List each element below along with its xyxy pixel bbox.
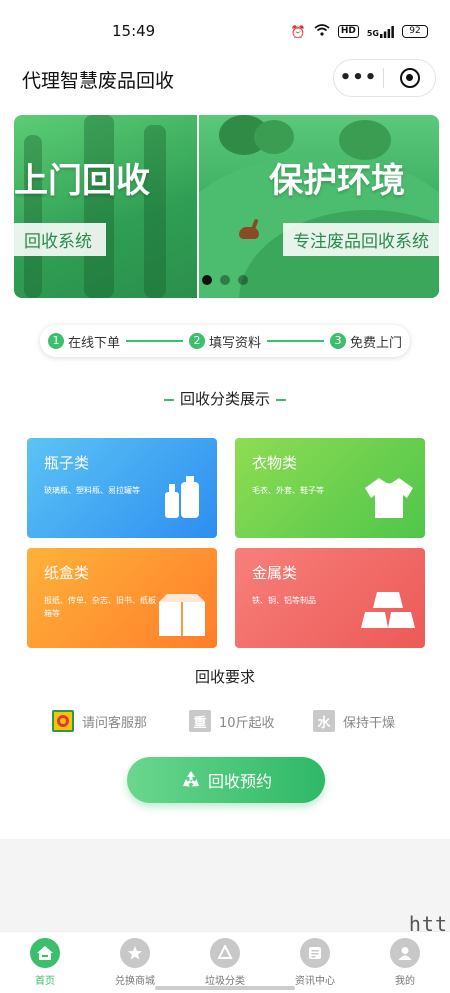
requirements-heading: 回收要求	[194, 668, 255, 686]
heading-dash	[276, 398, 286, 401]
step-3: 3 免费上门	[330, 332, 402, 351]
banner-slide-1[interactable]: 上门回收 回收系统	[14, 115, 197, 298]
carousel-indicator	[202, 275, 248, 285]
rabbit-illustration	[239, 227, 259, 239]
wifi-icon	[314, 24, 330, 39]
requirement-item: 水 保持干燥	[313, 708, 395, 734]
user-icon	[390, 938, 420, 968]
carousel-dot-3[interactable]	[238, 275, 248, 285]
status-time: 15:49	[112, 22, 156, 40]
recycle-icon	[210, 938, 240, 968]
step-label: 在线下单	[68, 335, 121, 351]
carousel-dot-2[interactable]	[220, 275, 230, 285]
requirement-item: 请问客服那	[52, 708, 147, 734]
tab-garbage-sort[interactable]: 垃圾分类	[180, 932, 270, 993]
recycle-icon	[182, 771, 199, 787]
box-icon	[159, 594, 205, 636]
mini-program-capsule: •••	[333, 59, 436, 97]
step-connector	[126, 340, 183, 342]
weight-icon: 重	[189, 710, 211, 732]
tab-home[interactable]: 首页	[0, 932, 90, 993]
banner-slide-2-title: 保护环境	[269, 161, 405, 201]
banner-carousel[interactable]: 上门回收 回收系统 保护环境 专注废品回收系统	[14, 115, 439, 298]
category-title: 金属类	[252, 564, 298, 582]
process-steps: 1 在线下单 2 填写资料 3 免费上门	[40, 325, 410, 357]
hd-badge: HD	[337, 25, 359, 38]
step-number: 2	[189, 333, 205, 349]
banner-slide-1-subtitle: 回收系统	[14, 223, 106, 256]
tab-label: 我的	[395, 976, 415, 987]
category-desc: 玻璃瓶、塑料瓶、易拉罐等	[44, 486, 140, 495]
bottom-tabbar: 首页 兑换商城 垃圾分类 资讯中心 我的	[0, 931, 450, 993]
step-number: 1	[48, 333, 64, 349]
banner-slide-1-title: 上门回收	[14, 161, 150, 201]
page-title: 代理智慧废品回收	[22, 70, 175, 92]
tab-news-center[interactable]: 资讯中心	[270, 932, 360, 993]
home-indicator	[155, 986, 295, 990]
battery-icon: 92	[402, 25, 428, 38]
service-logo-icon	[52, 710, 74, 732]
tab-exchange-mall[interactable]: 兑换商城	[90, 932, 180, 993]
category-title: 衣物类	[252, 454, 298, 472]
status-icons: ⏰ HD 5G 92	[291, 24, 428, 39]
recycle-booking-label: 回收预约	[207, 772, 272, 791]
heading-dash	[163, 398, 174, 401]
target-circle-icon	[399, 68, 420, 88]
nav-bar: 代理智慧废品回收 •••	[0, 56, 450, 104]
tree-decoration	[254, 120, 294, 154]
tree-decoration	[144, 125, 166, 298]
step-label: 免费上门	[350, 335, 403, 351]
close-target-button[interactable]	[384, 68, 435, 88]
tab-mine[interactable]: 我的	[360, 932, 450, 993]
water-icon: 水	[313, 710, 335, 732]
alarm-icon: ⏰	[290, 24, 306, 39]
star-icon	[120, 938, 150, 968]
step-label: 填写资料	[209, 335, 262, 351]
tab-label: 垃圾分类	[205, 976, 245, 987]
requirement-label: 保持干燥	[343, 715, 396, 731]
tab-label: 资讯中心	[295, 976, 335, 987]
bottles-icon	[165, 476, 199, 518]
home-icon	[30, 938, 60, 968]
category-card-paper[interactable]: 纸盒类 报纸、传单、杂志、旧书、纸板箱等	[27, 548, 217, 648]
tab-label: 兑换商城	[115, 976, 155, 987]
more-dots-icon[interactable]: •••	[334, 69, 383, 87]
category-title: 纸盒类	[44, 564, 90, 582]
requirement-item: 重 10斤起收	[189, 708, 275, 734]
categories-heading: 回收分类展示	[0, 388, 450, 409]
signal-icon: 5G	[367, 25, 394, 38]
category-card-clothes[interactable]: 衣物类 毛衣、外套、鞋子等	[235, 438, 425, 538]
metal-bars-icon	[361, 592, 415, 628]
banner-slide-2[interactable]: 保护环境 专注废品回收系统	[199, 115, 439, 298]
category-card-bottles[interactable]: 瓶子类 玻璃瓶、塑料瓶、易拉罐等	[27, 438, 217, 538]
requirement-label: 10斤起收	[219, 715, 275, 731]
step-number: 3	[330, 333, 346, 349]
step-2: 2 填写资料	[189, 332, 261, 351]
categories-heading-text: 回收分类展示	[179, 390, 270, 408]
tshirt-icon	[365, 478, 413, 518]
tree-decoration	[84, 115, 114, 298]
step-connector	[267, 340, 324, 342]
banner-slide-2-subtitle: 专注废品回收系统	[283, 223, 439, 256]
category-title: 瓶子类	[44, 454, 90, 472]
category-desc: 铁、铜、铝等制品	[252, 596, 316, 605]
recycle-booking-button[interactable]: 回收预约	[127, 757, 325, 803]
category-desc: 毛衣、外套、鞋子等	[252, 486, 324, 495]
step-1: 1 在线下单	[48, 332, 120, 351]
category-card-metal[interactable]: 金属类 铁、铜、铝等制品	[235, 548, 425, 648]
carousel-dot-1[interactable]	[202, 275, 212, 285]
tab-label: 首页	[35, 976, 55, 987]
news-icon	[300, 938, 330, 968]
requirement-label: 请问客服那	[82, 715, 148, 731]
category-desc: 报纸、传单、杂志、旧书、纸板箱等	[44, 596, 156, 618]
status-bar: 15:49 ⏰ HD 5G 92	[0, 0, 450, 56]
